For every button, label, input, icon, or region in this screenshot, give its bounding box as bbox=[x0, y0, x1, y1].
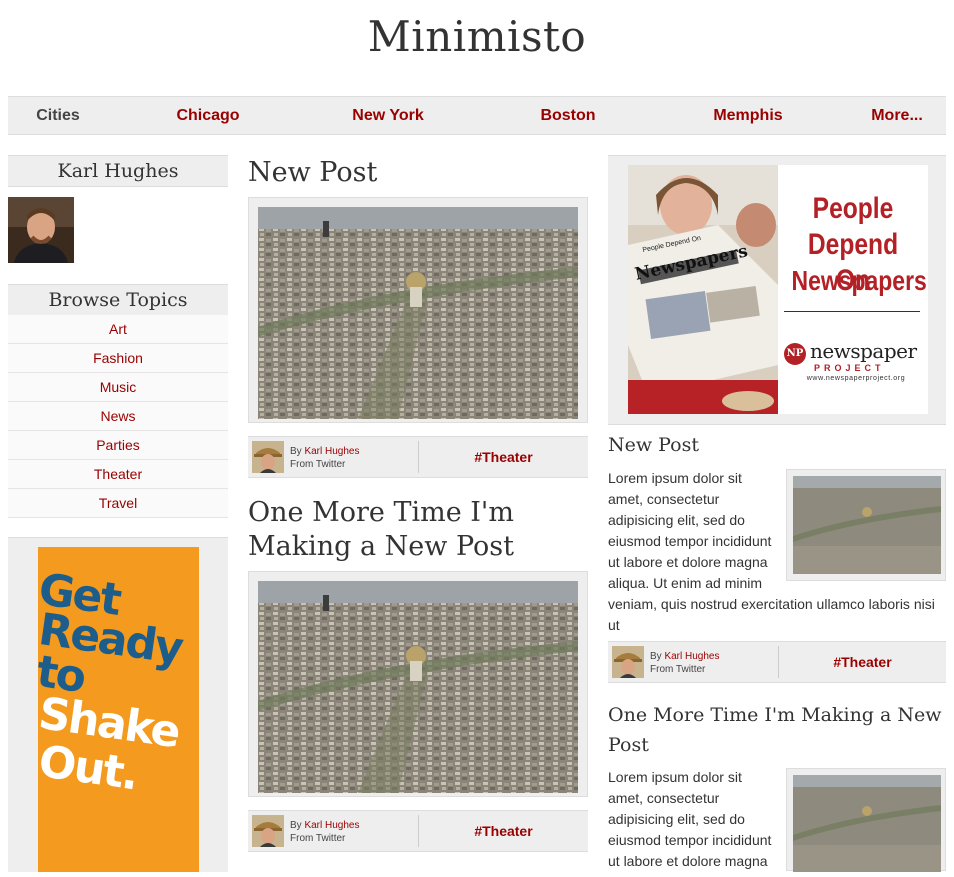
post-title[interactable]: New Post bbox=[248, 156, 377, 190]
topic-theater[interactable]: Theater bbox=[8, 460, 228, 489]
author-avatar-small[interactable] bbox=[252, 441, 284, 473]
topic-music[interactable]: Music bbox=[8, 373, 228, 402]
side-post-thumbnail[interactable] bbox=[786, 768, 946, 872]
byline-prefix: By bbox=[290, 446, 302, 457]
np-logo-sub: PROJECT bbox=[814, 363, 885, 373]
author-link[interactable]: Karl Hughes bbox=[304, 820, 359, 831]
np-logo-text: newspaper bbox=[810, 339, 917, 363]
ad-headline-line: People bbox=[812, 192, 894, 225]
nav-item-chicago[interactable]: Chicago bbox=[148, 97, 268, 134]
post-meta-bar: By Karl Hughes From Twitter #Theater bbox=[608, 641, 946, 683]
author-avatar[interactable] bbox=[8, 197, 74, 263]
author-avatar-small[interactable] bbox=[252, 815, 284, 847]
side-post-title[interactable]: New Post bbox=[608, 430, 699, 460]
nav-item-more[interactable]: More... bbox=[848, 97, 946, 134]
post-image[interactable] bbox=[258, 581, 578, 793]
browse-topics-heading: Browse Topics bbox=[8, 284, 228, 316]
newspaper-project-ad[interactable]: People Depend On Newspapers People Depen… bbox=[608, 155, 946, 425]
side-post-title-line: One More Time I'm Making a New bbox=[608, 704, 942, 726]
post-title-line: One More Time I'm bbox=[248, 497, 514, 528]
post-image-frame[interactable] bbox=[248, 197, 588, 423]
topic-news[interactable]: News bbox=[8, 402, 228, 431]
main-nav: Cities Chicago New York Boston Memphis M… bbox=[8, 96, 946, 135]
shakeout-ad[interactable]: Get Ready to Shake Out. bbox=[8, 537, 228, 872]
post-title[interactable]: One More Time I'm Making a New Post bbox=[248, 496, 514, 564]
nav-item-memphis[interactable]: Memphis bbox=[688, 97, 808, 134]
post-byline: By Karl Hughes bbox=[290, 445, 359, 459]
side-post-body: Lorem ipsum dolor sit amet, consectetur … bbox=[608, 769, 772, 869]
ad-divider bbox=[784, 311, 920, 312]
author-link[interactable]: Karl Hughes bbox=[304, 446, 359, 457]
nav-item-new-york[interactable]: New York bbox=[328, 97, 448, 134]
topic-fashion[interactable]: Fashion bbox=[8, 344, 228, 373]
np-logo-url: www.newspaperproject.org bbox=[806, 375, 906, 382]
author-avatar-small[interactable] bbox=[612, 646, 644, 678]
byline-prefix: By bbox=[650, 651, 662, 662]
post-title-line: Making a New Post bbox=[248, 531, 515, 562]
post-meta-bar: By Karl Hughes From Twitter #Theater bbox=[248, 810, 588, 852]
newspaper-reader-photo bbox=[628, 165, 778, 414]
post-source: From Twitter bbox=[650, 664, 706, 675]
topic-parties[interactable]: Parties bbox=[8, 431, 228, 460]
newspaper-ad-banner[interactable]: People Depend On Newspapers People Depen… bbox=[628, 165, 928, 414]
post-source: From Twitter bbox=[290, 833, 346, 844]
byline-prefix: By bbox=[290, 820, 302, 831]
site-title[interactable]: Minimisto bbox=[0, 12, 954, 61]
ad-headline-line: Newspapers. bbox=[791, 265, 929, 296]
topic-art[interactable]: Art bbox=[8, 315, 228, 344]
nav-item-boston[interactable]: Boston bbox=[508, 97, 628, 134]
topic-travel[interactable]: Travel bbox=[8, 489, 228, 518]
side-post-title[interactable]: One More Time I'm Making a New Post bbox=[608, 700, 942, 760]
post-tag[interactable]: #Theater bbox=[419, 437, 588, 477]
side-post-thumbnail[interactable] bbox=[786, 469, 946, 581]
post-byline: By Karl Hughes bbox=[650, 650, 719, 664]
nav-item-cities[interactable]: Cities bbox=[8, 97, 108, 134]
post-meta-bar: By Karl Hughes From Twitter #Theater bbox=[248, 436, 588, 478]
post-image-frame[interactable] bbox=[248, 571, 588, 797]
ad-line: Out. bbox=[38, 736, 141, 801]
post-tag[interactable]: #Theater bbox=[779, 642, 946, 682]
post-tag[interactable]: #Theater bbox=[419, 811, 588, 851]
post-image[interactable] bbox=[258, 207, 578, 419]
np-logo-icon: NP bbox=[784, 343, 806, 365]
author-link[interactable]: Karl Hughes bbox=[664, 651, 719, 662]
author-name[interactable]: Karl Hughes bbox=[8, 155, 228, 187]
post-byline: By Karl Hughes bbox=[290, 819, 359, 833]
side-post-title-line: Post bbox=[608, 734, 649, 756]
post-source: From Twitter bbox=[290, 459, 346, 470]
shakeout-ad-banner[interactable]: Get Ready to Shake Out. bbox=[38, 547, 199, 872]
